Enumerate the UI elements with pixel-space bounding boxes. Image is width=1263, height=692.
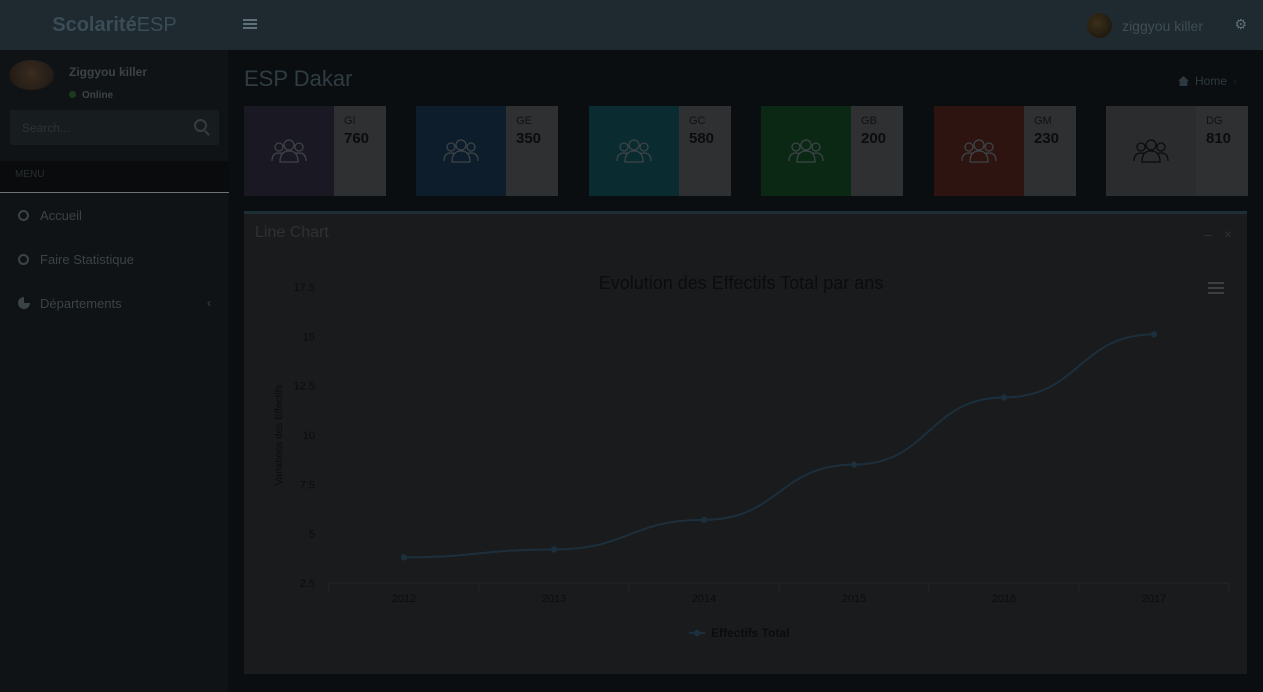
breadcrumb-home[interactable]: Home (1195, 74, 1227, 88)
online-status: Online (69, 90, 147, 101)
home-icon (1177, 76, 1189, 86)
sidebar-menu: Accueil Faire Statistique Départements ‹ (0, 193, 229, 325)
data-point (1000, 394, 1008, 401)
sidebar-toggle-icon[interactable] (243, 16, 257, 34)
chart-panel: Line Chart – × Evolution des Effectifs T… (244, 211, 1247, 674)
search-icon[interactable] (194, 119, 207, 132)
breadcrumb: Home › (1177, 74, 1243, 88)
stat-code: GC (689, 115, 706, 127)
users-icon (589, 106, 679, 196)
stat-value: 580 (689, 130, 715, 147)
breadcrumb-separator-icon: › (1233, 74, 1237, 88)
app-window: Scolarité ESP ziggyou killer ⚙ Ziggyou ki… (0, 0, 1263, 692)
online-dot-icon (69, 91, 76, 98)
x-tick-label: 2012 (392, 593, 416, 605)
stat-boxes: GI 760 GE 350 GC 580 GB 200 GM 230 DG 810 (244, 106, 1248, 196)
chart-title: Evolution des Effectifs Total par ans (599, 273, 884, 293)
y-tick-label: 15 (303, 331, 315, 343)
users-icon (1106, 106, 1196, 196)
brand-logo[interactable]: Scolarité ESP (0, 0, 229, 50)
x-tick-label: 2016 (992, 593, 1016, 605)
stat-box-gb: GB 200 (761, 106, 903, 196)
users-icon (244, 106, 334, 196)
circle-icon (18, 209, 29, 221)
sidebar-item-label: Accueil (40, 207, 82, 223)
x-tick-label: 2014 (692, 593, 716, 605)
data-point (400, 554, 408, 561)
data-point (850, 461, 858, 468)
sidebar-item-departements[interactable]: Départements ‹ (0, 281, 229, 325)
pie-chart-icon (18, 297, 30, 309)
chart-panel-title: Line Chart (255, 224, 329, 241)
stat-box-dg: DG 810 (1106, 106, 1248, 196)
series-line (403, 333, 1155, 559)
legend-marker (693, 629, 701, 637)
stat-code: GB (861, 115, 877, 127)
sidebar-search (10, 110, 219, 145)
x-tick-label: 2015 (842, 593, 866, 605)
brand-light: ESP (136, 13, 177, 36)
data-point (550, 546, 558, 553)
stat-info: GM 230 (1024, 106, 1076, 196)
sidebar: Ziggyou killer Online MENU Accueil Faire… (0, 50, 229, 692)
stat-value: 810 (1206, 130, 1232, 147)
user-name: ziggyou killer (1122, 17, 1203, 34)
x-tick-label: 2017 (1142, 593, 1166, 605)
stat-code: GM (1034, 115, 1052, 127)
y-tick-label: 2.5 (300, 578, 315, 590)
sidebar-item-faire-statistique[interactable]: Faire Statistique (0, 237, 229, 281)
data-point (700, 516, 708, 524)
stat-code: GI (344, 115, 356, 127)
sidebar-item-label: Départements (40, 295, 122, 311)
stat-info: DG 810 (1196, 106, 1248, 196)
stat-value: 230 (1034, 130, 1060, 147)
sidebar-section-header: MENU (0, 161, 229, 193)
chart-panel-tools: – × (1204, 226, 1232, 242)
stat-code: DG (1206, 115, 1223, 127)
line-chart: Evolution des Effectifs Total par ans 2.5… (274, 273, 1230, 640)
stat-info: GC 580 (679, 106, 731, 196)
close-icon[interactable]: × (1224, 226, 1232, 242)
legend-label: Effectifs Total (711, 626, 789, 640)
sidebar-item-label: Faire Statistique (40, 251, 134, 267)
chevron-left-icon: ‹ (207, 296, 211, 310)
stat-info: GI 760 (334, 106, 386, 196)
stat-box-ge: GE 350 (416, 106, 558, 196)
y-tick-label: 5 (309, 529, 315, 541)
page-title: ESP Dakar (244, 66, 353, 91)
brand-bold: Scolarité (52, 13, 137, 36)
stat-value: 350 (516, 130, 542, 147)
online-status-label: Online (82, 90, 114, 101)
data-point (1150, 331, 1158, 338)
avatar (9, 60, 54, 90)
sidebar-user-name: Ziggyou killer (69, 65, 148, 79)
x-tick-label: 2013 (542, 593, 566, 605)
gears-icon[interactable]: ⚙ (1234, 16, 1247, 33)
users-icon (761, 106, 851, 196)
y-tick-label: 17.5 (294, 282, 315, 294)
stat-code: GE (516, 115, 532, 127)
avatar (1087, 13, 1113, 38)
stat-value: 760 (344, 130, 370, 147)
stat-value: 200 (861, 130, 887, 147)
users-icon (416, 106, 506, 196)
stat-box-gm: GM 230 (934, 106, 1076, 196)
stat-info: GB 200 (851, 106, 903, 196)
circle-icon (18, 253, 29, 265)
main-content: ESP Dakar Home › GI 760 GE 350 GC 580 GB 200 GM 2… (229, 50, 1263, 692)
y-tick-label: 7.5 (300, 479, 315, 491)
minimize-icon[interactable]: – (1204, 226, 1212, 242)
stat-box-gi: GI 760 (244, 106, 386, 196)
user-menu[interactable]: ziggyou killer (1087, 13, 1203, 38)
users-icon (934, 106, 1024, 196)
top-navbar: ziggyou killer ⚙ (229, 0, 1263, 50)
y-tick-label: 12.5 (294, 381, 315, 393)
y-tick-label: 10 (303, 430, 315, 442)
stat-box-gc: GC 580 (589, 106, 731, 196)
search-input[interactable] (10, 110, 180, 145)
y-axis-title: Variations des Effectifs (274, 385, 285, 486)
sidebar-user-panel: Ziggyou killer Online (9, 60, 147, 101)
stat-info: GE 350 (506, 106, 558, 196)
sidebar-item-accueil[interactable]: Accueil (0, 193, 229, 237)
